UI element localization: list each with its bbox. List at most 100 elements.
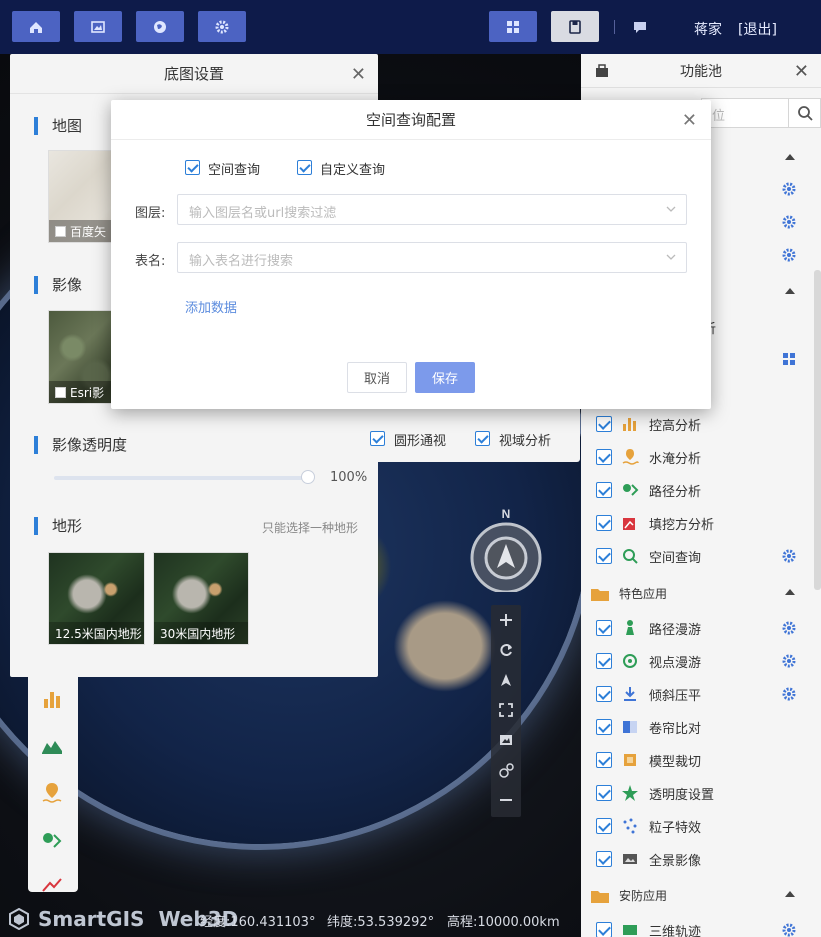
gear-icon[interactable] (781, 548, 797, 564)
settings-button[interactable] (198, 11, 246, 42)
zoom-in-icon[interactable] (498, 612, 514, 628)
collapse-arrow-icon[interactable] (785, 589, 795, 595)
bar-chart-icon (623, 418, 636, 431)
checkbox[interactable] (297, 160, 312, 175)
function-group-security[interactable]: 安防应用 (581, 881, 813, 911)
checkbox[interactable] (596, 686, 612, 702)
checkbox[interactable] (596, 922, 612, 937)
terrain-thumb-30m[interactable]: 30米国内地形 (153, 552, 249, 645)
function-item[interactable]: 水淹分析 (581, 442, 813, 472)
home-button[interactable] (12, 11, 60, 42)
bar-chart-icon[interactable] (40, 687, 64, 711)
checkbox[interactable] (55, 386, 66, 398)
checkbox[interactable] (596, 653, 612, 669)
checkbox[interactable] (596, 818, 612, 834)
refresh-icon[interactable] (498, 642, 514, 658)
checkbox[interactable] (596, 719, 612, 735)
function-item[interactable]: 控高分析 (581, 409, 813, 439)
user-name[interactable]: 蒋家 (694, 19, 722, 39)
function-item[interactable]: 粒子特效 (581, 811, 813, 841)
function-label: 透明度设置 (649, 788, 715, 803)
terrain-thumb-12-5m[interactable]: 12.5米国内地形 (48, 552, 145, 645)
cut-fill-icon (623, 518, 635, 530)
layout-button[interactable] (489, 11, 537, 42)
search-button[interactable] (788, 99, 820, 127)
view-mode-icon[interactable] (498, 762, 514, 778)
save-button[interactable]: 保存 (415, 362, 475, 393)
eye-icon (623, 654, 637, 668)
opacity-slider-handle[interactable] (301, 470, 315, 484)
function-item[interactable]: 模型裁切 (581, 745, 813, 775)
function-item[interactable]: 填挖方分析 (581, 508, 813, 538)
function-pool-scrollbar[interactable] (814, 270, 821, 590)
function-item[interactable]: 视点漫游 (581, 646, 813, 676)
gear-icon[interactable] (781, 247, 797, 263)
close-icon[interactable]: ✕ (682, 110, 697, 131)
opacity-slider-track[interactable] (54, 476, 308, 480)
compass[interactable]: N (469, 508, 543, 592)
route-icon[interactable] (40, 829, 64, 853)
function-item[interactable]: 三维轨迹 (581, 915, 813, 937)
function-item[interactable]: 空间查询 (581, 541, 813, 571)
globe-button[interactable] (136, 11, 184, 42)
gear-icon[interactable] (781, 181, 797, 197)
gear-icon[interactable] (781, 922, 797, 937)
add-data-link[interactable]: 添加数据 (185, 297, 237, 316)
image-button[interactable] (74, 11, 122, 42)
collapse-arrow-icon[interactable] (785, 891, 795, 897)
gear-icon[interactable] (781, 686, 797, 702)
zoom-out-icon[interactable] (498, 792, 514, 808)
layer-select[interactable]: 输入图层名或url搜索过滤 (177, 194, 687, 225)
checkbox[interactable] (596, 515, 612, 531)
location-icon[interactable] (40, 781, 64, 805)
home-icon (30, 21, 42, 33)
checkbox[interactable] (596, 620, 612, 636)
checkbox[interactable] (475, 431, 490, 446)
function-item[interactable]: 全景影像 (581, 844, 813, 874)
checkbox[interactable] (596, 416, 612, 432)
gear-icon[interactable] (781, 620, 797, 636)
function-label: 全景影像 (649, 854, 702, 869)
screenshot-icon[interactable] (498, 732, 514, 748)
logo-text: SmartGIS (38, 907, 145, 931)
grid-icon[interactable] (781, 351, 797, 367)
collapse-arrow-icon[interactable] (785, 288, 795, 294)
function-label: 三维轨迹 (649, 925, 702, 937)
flood-icon[interactable] (40, 733, 64, 757)
terrain-section-title: 地形 (34, 517, 82, 535)
function-item[interactable]: 路径漫游 (581, 613, 813, 643)
gear-icon[interactable] (781, 653, 797, 669)
cancel-button[interactable]: 取消 (347, 362, 407, 393)
gear-icon[interactable] (781, 214, 797, 230)
checkbox[interactable] (596, 785, 612, 801)
checkbox[interactable] (596, 482, 612, 498)
function-group-featured[interactable]: 特色应用 (581, 579, 813, 609)
chat-icon[interactable] (632, 19, 648, 35)
function-item[interactable]: 路径分析 (581, 475, 813, 505)
checkbox[interactable] (596, 548, 612, 564)
map-thumb-label: 百度矢 (70, 224, 107, 239)
checkbox[interactable] (596, 752, 612, 768)
north-arrow-icon[interactable] (498, 672, 514, 688)
function-item[interactable]: 透明度设置 (581, 778, 813, 808)
checkbox[interactable] (185, 160, 200, 175)
function-label: 视点漫游 (649, 656, 702, 671)
checkbox[interactable] (55, 225, 66, 237)
fullscreen-icon[interactable] (498, 702, 514, 718)
function-pool-title: 功能池 (680, 63, 722, 80)
close-icon[interactable]: ✕ (351, 64, 366, 85)
logout-link[interactable]: [退出] (738, 19, 777, 39)
save-button-top[interactable] (551, 11, 599, 42)
dialog-title: 空间查询配置 (365, 111, 456, 129)
function-search-input[interactable]: 位 (701, 98, 821, 128)
close-icon[interactable]: ✕ (794, 61, 809, 82)
collapse-arrow-icon[interactable] (785, 154, 795, 160)
checkbox[interactable] (370, 431, 385, 446)
basemap-header: 底图设置 ✕ (10, 54, 378, 94)
function-item[interactable]: 卷帘比对 (581, 712, 813, 742)
checkbox[interactable] (596, 851, 612, 867)
cut-fill-icon[interactable] (40, 873, 64, 897)
function-item[interactable]: 倾斜压平 (581, 679, 813, 709)
table-select[interactable]: 输入表名进行搜索 (177, 242, 687, 273)
checkbox[interactable] (596, 449, 612, 465)
